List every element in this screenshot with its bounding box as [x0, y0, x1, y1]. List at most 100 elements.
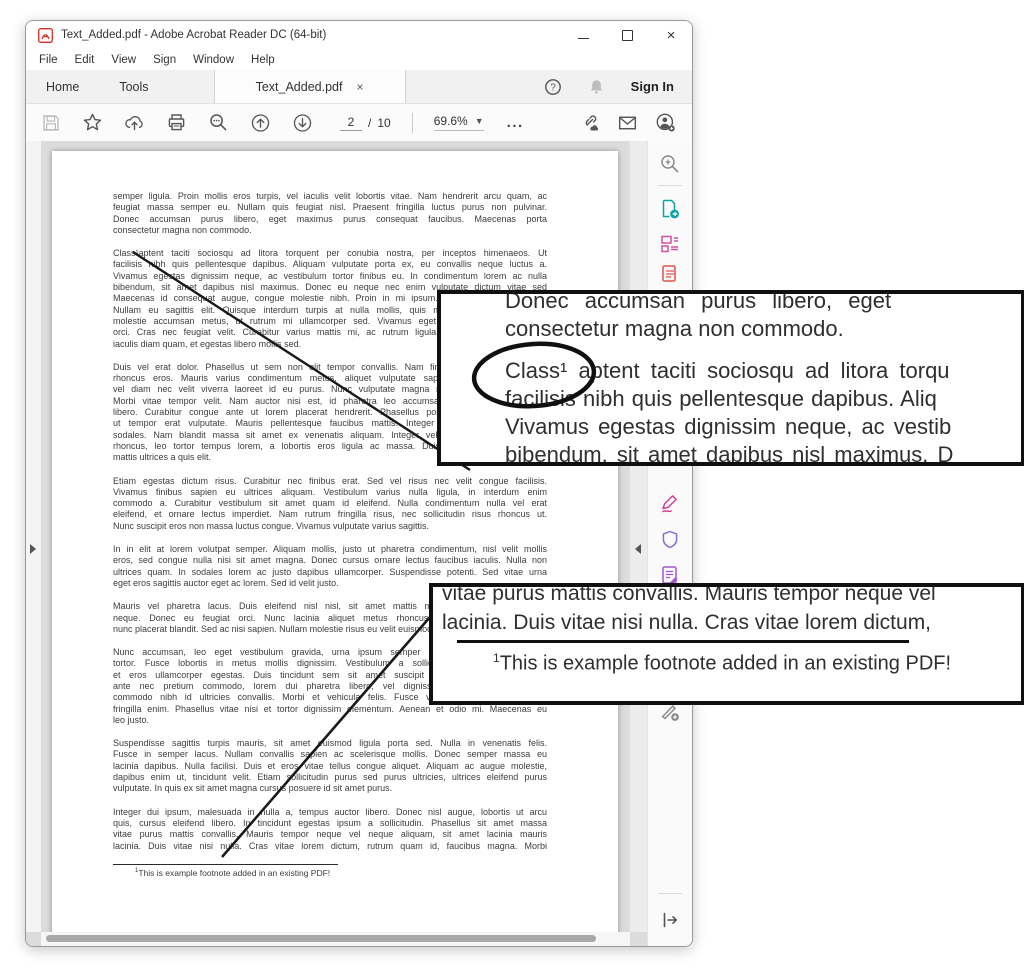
tab-close-icon[interactable]: × — [356, 80, 363, 94]
sign-in-button[interactable]: Sign In — [631, 79, 674, 94]
person-add-icon[interactable] — [655, 112, 676, 133]
document-line: ultrices quam. In sodales lorem ac justo… — [113, 567, 547, 578]
toolbar: 2 / 10 69.6% ▼ ... — [26, 104, 692, 142]
tab-document[interactable]: Text_Added.pdf × — [214, 70, 406, 103]
request-signatures-icon[interactable] — [659, 263, 681, 285]
screenshot-root: Text_Added.pdf - Adobe Acrobat Reader DC… — [0, 0, 1024, 970]
document-line: semper ligula. Proin mollis eros turpis,… — [113, 191, 547, 202]
right-panel-strip — [629, 141, 648, 932]
title-bar: Text_Added.pdf - Adobe Acrobat Reader DC… — [26, 21, 692, 49]
document-line: Nunc suscipit eros non massa luctus cong… — [113, 521, 547, 532]
minimize-button[interactable] — [576, 28, 590, 42]
document-line: dapibus enim ut, tincidunt velit. Etiam … — [113, 772, 547, 783]
footnote-text: This is example footnote added in an exi… — [138, 868, 330, 878]
more-tools-button[interactable]: ... — [507, 114, 524, 131]
document-line: eros, sed congue nulla nisi sit amet mag… — [113, 555, 547, 566]
menu-item[interactable]: File — [39, 54, 58, 66]
maximize-button[interactable] — [620, 28, 634, 42]
menu-item[interactable]: Edit — [75, 54, 95, 66]
email-icon[interactable] — [617, 112, 638, 133]
callout1-line: bibendum, sit amet dapibus nisl maximus.… — [441, 441, 1021, 466]
document-line: eleifend, et ornare lectus imperdiet. Na… — [113, 509, 547, 520]
document-line: Class¹aptent taciti sociosqu ad litora t… — [113, 248, 547, 259]
pdf-viewport[interactable]: semper ligula. Proin mollis eros turpis,… — [41, 141, 630, 932]
document-paragraph: Etiam egestas dictum risus. Curabitur ne… — [113, 476, 547, 532]
export-pdf-icon[interactable] — [659, 198, 681, 220]
open-pane-icon[interactable] — [659, 909, 681, 931]
callout2-footnote: 1This is example footnote added in an ex… — [433, 644, 1021, 679]
callout2-line: lacinia. Duis vitae nisi nulla. Cras vit… — [433, 608, 1021, 637]
document-line: vulputate. In quis ex sit amet magna cur… — [113, 783, 547, 794]
tab-bar: Home Tools Text_Added.pdf × ? — [26, 70, 692, 104]
chevron-down-icon: ▼ — [475, 116, 484, 126]
menu-item[interactable]: Help — [251, 54, 275, 66]
pdf-page-text: semper ligula. Proin mollis eros turpis,… — [52, 151, 618, 879]
page-indicator: 2 / 10 — [340, 115, 391, 131]
document-line: Integer dui ipsum, malesuada in nulla a,… — [113, 807, 547, 818]
document-line: consectetur magna non commodo. — [113, 225, 547, 236]
acrobat-window: Text_Added.pdf - Adobe Acrobat Reader DC… — [25, 20, 693, 947]
tab-home[interactable]: Home — [26, 70, 99, 103]
tab-tools[interactable]: Tools — [99, 70, 168, 103]
callout2-line: vitae purus mattis convallis. Mauris tem… — [433, 583, 1021, 608]
callout2-footnote-marker: 1 — [493, 651, 500, 665]
page-down-icon[interactable] — [292, 112, 313, 133]
document-line: Donec accumsan purus libero, eget maximu… — [113, 214, 547, 225]
left-panel-strip — [26, 141, 42, 932]
callout1-line: Donec accumsan purus libero, eget — [441, 290, 1021, 315]
menu-item[interactable]: Sign — [153, 54, 176, 66]
protect-icon[interactable] — [659, 529, 681, 551]
notifications-icon[interactable] — [588, 78, 605, 95]
cloud-upload-icon[interactable] — [124, 112, 145, 133]
document-line: In in elit at lorem volutpat semper. Ali… — [113, 544, 547, 555]
page-total: 10 — [377, 116, 390, 130]
footnote-separator — [113, 864, 338, 865]
save-icon[interactable] — [40, 112, 61, 133]
callout2-footnote-text: This is example footnote added in an exi… — [500, 653, 951, 675]
window-title: Text_Added.pdf - Adobe Acrobat Reader DC… — [61, 29, 326, 41]
pdf-footnote: 1This is example footnote added in an ex… — [113, 864, 547, 879]
toolbar-divider — [412, 113, 413, 133]
document-line: commodo a. Curabitur vestibulum sit amet… — [113, 498, 547, 509]
close-button[interactable]: × — [664, 28, 678, 42]
fill-sign-icon[interactable] — [659, 493, 681, 515]
document-line: leo justo. — [113, 715, 547, 726]
help-icon[interactable]: ? — [544, 78, 562, 96]
page-number-input[interactable]: 2 — [340, 115, 362, 131]
document-paragraph: semper ligula. Proin mollis eros turpis,… — [113, 191, 547, 236]
tab-document-label: Text_Added.pdf — [256, 80, 343, 94]
svg-text:?: ? — [550, 82, 556, 93]
right-panel-toggle[interactable] — [635, 544, 641, 554]
pdf-page: semper ligula. Proin mollis eros turpis,… — [52, 151, 618, 932]
callout1-line: Vivamus egestas dignissim neque, ac vest… — [441, 413, 1021, 441]
menu-item[interactable]: View — [111, 54, 136, 66]
scrollbar-thumb[interactable] — [46, 935, 596, 942]
document-line: Vivamus finibus sapien eu ultrices aliqu… — [113, 487, 547, 498]
document-line: feugiat massa semper eu. Nullam quis feu… — [113, 202, 547, 213]
horizontal-scrollbar[interactable] — [41, 932, 630, 946]
zoom-control[interactable]: 69.6% ▼ — [434, 114, 484, 131]
document-paragraph: Integer dui ipsum, malesuada in nulla a,… — [113, 807, 547, 852]
page-up-icon[interactable] — [250, 112, 271, 133]
document-area: semper ligula. Proin mollis eros turpis,… — [26, 141, 692, 946]
organize-pages-icon[interactable] — [659, 233, 681, 255]
sidebar-divider — [658, 893, 682, 894]
document-line: facilisis nibh quis pellentesque dapibus… — [113, 259, 547, 270]
find-icon[interactable] — [208, 112, 229, 133]
document-line: lacinia. Duis vitae nisi nulla. Cras vit… — [113, 841, 547, 852]
sidebar-divider — [658, 185, 682, 186]
print-icon[interactable] — [166, 112, 187, 133]
tools-search-icon[interactable] — [659, 153, 681, 175]
left-panel-toggle[interactable] — [30, 544, 36, 554]
callout2-footnote-separator — [457, 640, 909, 643]
star-icon[interactable] — [82, 112, 103, 133]
zoom-value: 69.6% — [434, 114, 468, 128]
class-circle-annotation — [469, 338, 599, 412]
document-line: fringilla enim. Phasellus vitae nisi et … — [113, 704, 547, 715]
document-line: Fusce in semper lacus. Nullam convallis … — [113, 749, 547, 760]
zoom-callout-2: vitae purus mattis convallis. Mauris tem… — [429, 583, 1024, 705]
document-line: Vivamus egestas dignissim neque, ac vest… — [113, 271, 547, 282]
menu-item[interactable]: Window — [193, 54, 234, 66]
share-link-icon[interactable] — [579, 112, 600, 133]
tools-sidebar — [647, 141, 692, 946]
